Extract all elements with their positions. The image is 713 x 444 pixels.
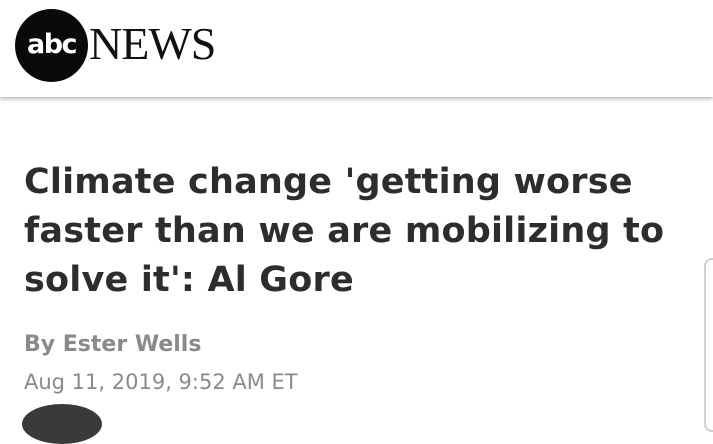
side-card-edge [704,258,713,432]
site-header: abc NEWS [0,0,713,97]
avatar [22,404,102,444]
logo-wordmark: NEWS [89,18,216,69]
logo-badge-text: abc [26,28,78,60]
article-headline: Climate change 'getting worse faster tha… [24,162,665,300]
logo-badge: abc [15,9,88,82]
article-timestamp: Aug 11, 2019, 9:52 AM ET [24,370,298,394]
article-byline[interactable]: By Ester Wells [24,330,201,360]
